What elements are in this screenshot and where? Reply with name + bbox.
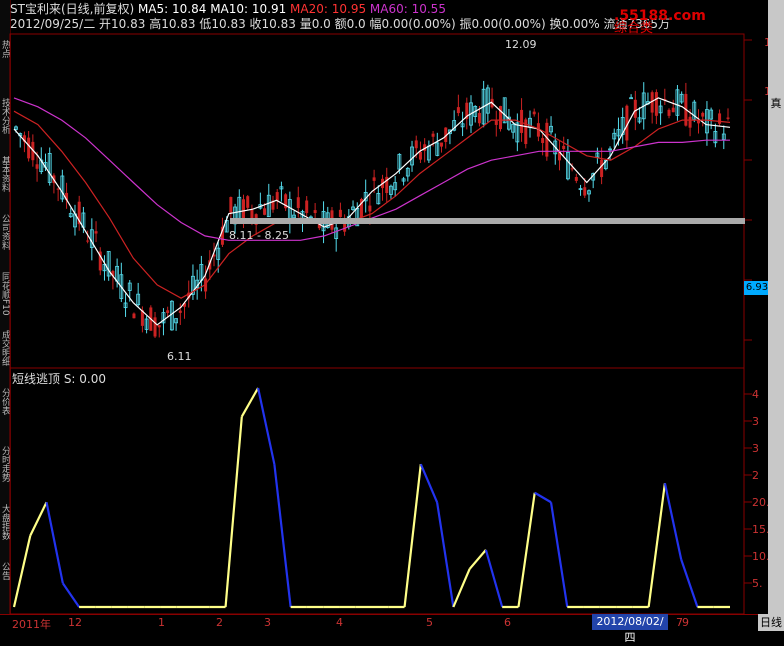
candle-body [372, 177, 376, 181]
candle-body [296, 197, 300, 208]
x-tick: 3 [264, 616, 271, 629]
indicator-segment [436, 502, 455, 608]
candle-body [570, 168, 574, 170]
candle-body [368, 205, 372, 212]
candle-body [153, 317, 157, 337]
indicator-segment [680, 559, 699, 608]
candle-body [456, 107, 460, 114]
indicator-tick: 3 [752, 415, 759, 428]
candle-body [86, 240, 90, 242]
candle-body [654, 92, 658, 116]
selected-date: 2012/08/02/四 [592, 614, 668, 644]
candle-body [688, 116, 692, 128]
candle-body [440, 142, 444, 147]
candle-body [494, 120, 498, 125]
period-label[interactable]: 日线 [758, 614, 784, 631]
indicator-tick: 10. [752, 550, 770, 563]
kline-chart[interactable] [0, 0, 768, 614]
indicator-segment [663, 482, 683, 560]
indicator-segment [647, 483, 666, 608]
candle-body [94, 231, 98, 234]
candle-body [305, 200, 309, 214]
x-tick: 12 [68, 616, 82, 629]
candle-body [56, 188, 60, 190]
candle-body [246, 196, 250, 208]
candle-body [574, 177, 578, 181]
candle-body [313, 210, 317, 214]
low-label: 6.11 [167, 350, 192, 363]
candle-body [562, 145, 566, 150]
indicator-segment [534, 491, 552, 504]
candle-body [275, 192, 279, 201]
indicator-segment [517, 492, 536, 608]
indicator-title: 短线逃顶 S: 0.00 [12, 372, 107, 386]
x-tick: 9 [682, 616, 689, 629]
candle-body [726, 117, 730, 119]
x-tick: 6 [504, 616, 511, 629]
indicator-tick: 20. [752, 496, 770, 509]
candle-body [166, 310, 170, 314]
indicator-segment [468, 549, 487, 570]
candle-body [633, 99, 637, 118]
candle-body [418, 151, 422, 160]
candle-body [671, 107, 675, 113]
candle-body [27, 137, 31, 159]
indicator-segment [273, 464, 292, 608]
right-panel[interactable]: 真 [768, 0, 784, 631]
indicator-tick: 4 [752, 388, 759, 401]
x-tick: 4 [336, 616, 343, 629]
x-tick: 2011年 [12, 618, 51, 631]
candle-body [263, 208, 267, 215]
indicator-panel-border [9, 367, 745, 614]
indicator-tick: 3 [752, 442, 759, 455]
candle-body [178, 310, 182, 313]
price-box: 6.93 [744, 281, 770, 295]
indicator-tick: 2 [752, 469, 759, 482]
indicator-segment [61, 582, 80, 608]
support-band [230, 218, 745, 224]
x-tick: 2 [216, 616, 223, 629]
candle-body [520, 109, 524, 133]
indicator-segment [29, 501, 48, 537]
candle-body [541, 138, 545, 144]
candle-body [132, 313, 136, 319]
candle-body [532, 111, 536, 115]
candle-body [718, 113, 722, 124]
indicator-tick: 5. [752, 577, 763, 590]
indicator-segment [452, 568, 471, 608]
indicator-segment [224, 416, 243, 608]
candle-body [583, 187, 587, 196]
indicator-segment [403, 464, 422, 608]
candle-body [157, 325, 161, 328]
indicator-segment [484, 549, 504, 608]
indicator-tick: 15. [752, 523, 770, 536]
x-tick: 1 [158, 616, 165, 629]
indicator-segment [549, 502, 569, 608]
candle-body [477, 112, 481, 124]
candle-body [431, 133, 435, 137]
indicator-segment [257, 387, 276, 465]
candle-body [229, 197, 233, 213]
indicator-segment [240, 387, 260, 418]
candle-body [414, 140, 418, 149]
candle-body [701, 112, 705, 117]
candle-body [35, 164, 39, 169]
indicator-segment [419, 463, 439, 503]
indicator-segment [45, 502, 64, 584]
candle-body [338, 209, 342, 217]
right-panel-tab[interactable]: 真 [768, 95, 784, 111]
high-label: 12.09 [505, 38, 537, 51]
range-label: 8.11 - 8.25 [229, 229, 289, 242]
x-tick: 5 [426, 616, 433, 629]
indicator-segment [12, 535, 32, 608]
candle-body [667, 109, 671, 116]
candle-body [600, 159, 604, 178]
